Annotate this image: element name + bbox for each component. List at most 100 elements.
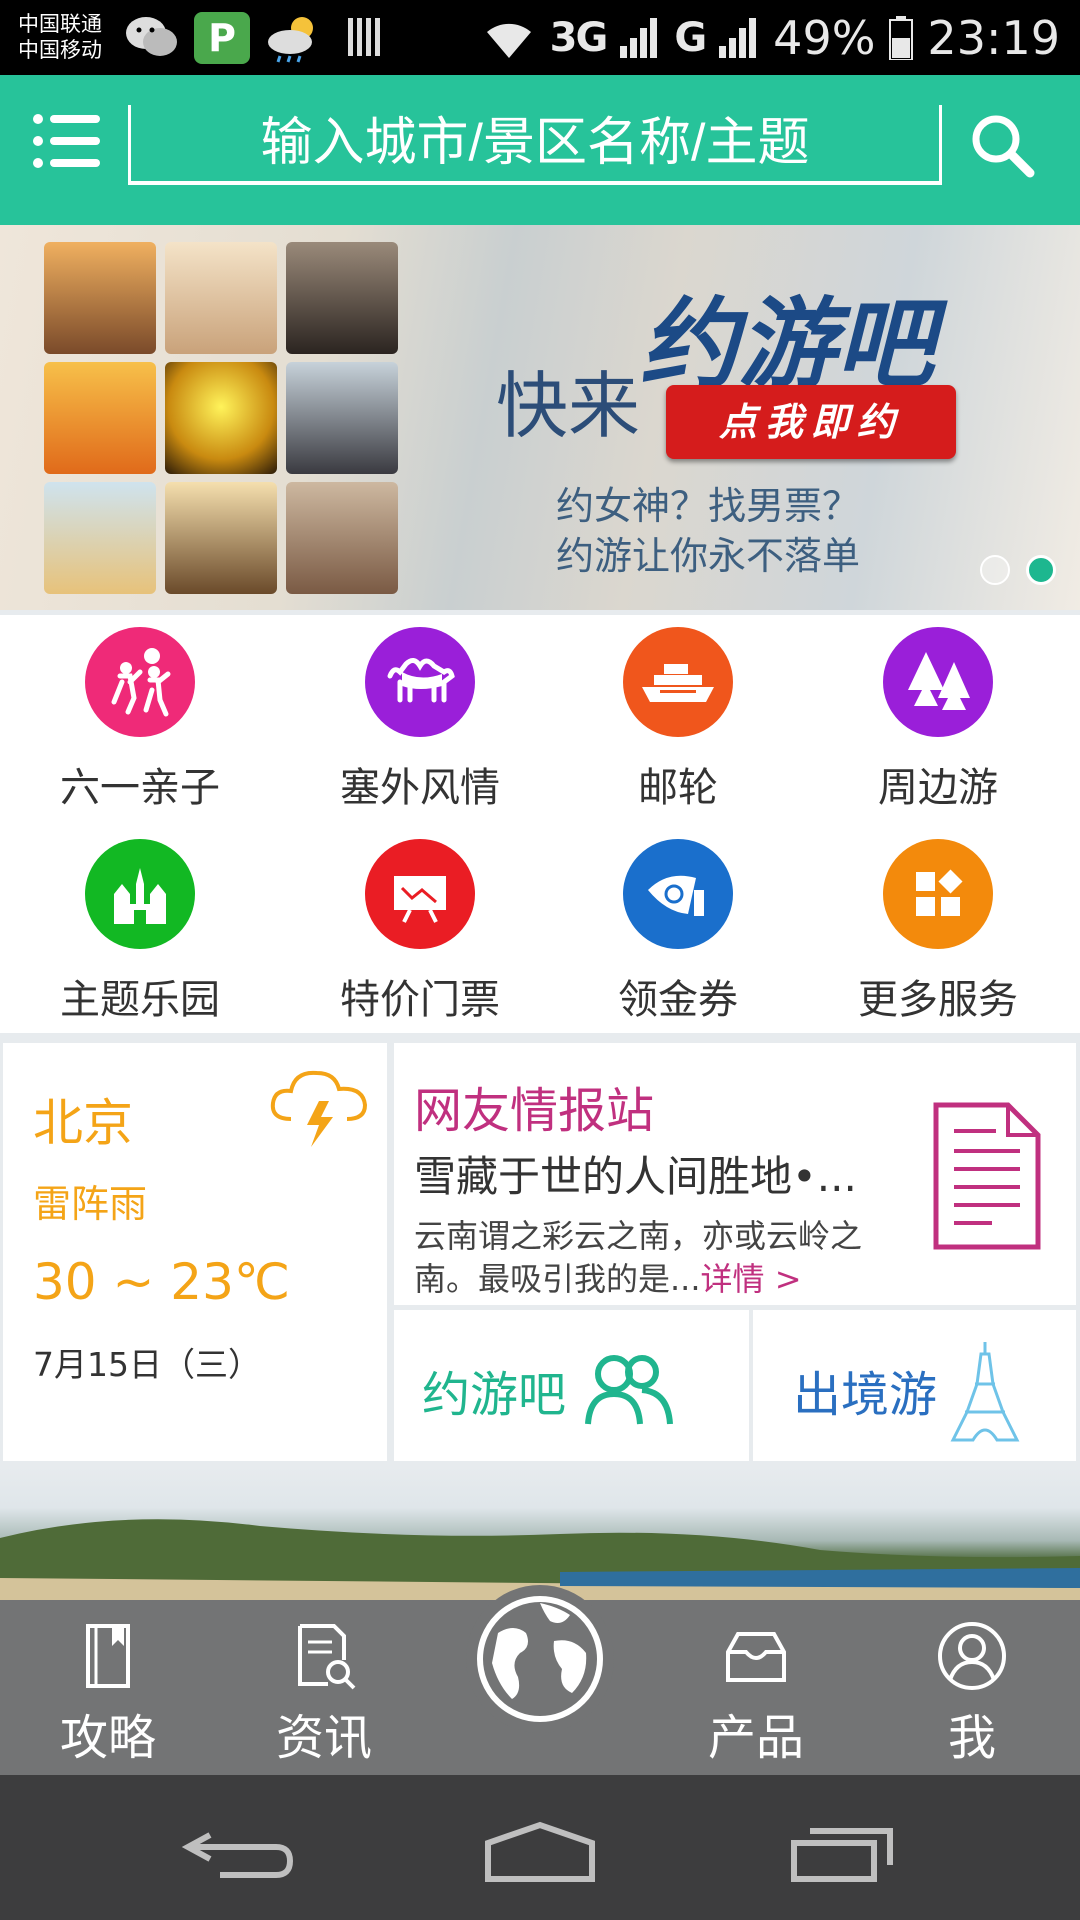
tab-label: 产品	[707, 1710, 804, 1766]
thunderstorm-icon	[267, 1061, 371, 1151]
user-icon	[936, 1620, 1008, 1692]
tab-discover[interactable]	[466, 1585, 614, 1733]
back-icon[interactable]	[180, 1817, 300, 1887]
banner-photo	[44, 242, 156, 354]
intel-more-link[interactable]: 详情 >	[701, 1260, 802, 1298]
carousel-dot[interactable]	[980, 555, 1010, 585]
carrier-1: 中国联通	[18, 12, 102, 36]
signal-1-icon	[620, 17, 658, 58]
cruise-ship-icon	[623, 627, 733, 737]
people-icon	[584, 1350, 674, 1430]
more-grid-icon	[883, 839, 993, 949]
search-icon[interactable]	[968, 111, 1038, 181]
status-bar: 中国联通 中国移动 P 3G G 49% 23:19	[0, 0, 1080, 75]
battery-icon	[889, 15, 914, 60]
abroad-link[interactable]: 出境游	[753, 1310, 1076, 1461]
system-nav-bar	[0, 1775, 1080, 1920]
guide-book-icon	[72, 1620, 144, 1692]
recent-apps-icon[interactable]	[780, 1817, 900, 1887]
banner-line-1: 约女神？找男票？	[556, 484, 861, 528]
trees-icon	[883, 627, 993, 737]
menu-icon[interactable]	[32, 113, 102, 169]
category-label: 更多服务	[858, 977, 1018, 1023]
category-item[interactable]: 更多服务	[803, 827, 1073, 1037]
tab-label: 攻略	[59, 1710, 156, 1766]
category-item[interactable]: 主题乐园	[5, 827, 275, 1037]
banner-photo	[286, 362, 398, 474]
category-item[interactable]: 领金券	[543, 827, 813, 1037]
category-label: 周边游	[878, 765, 998, 811]
wechat-icon	[124, 14, 180, 64]
weather-status-icon	[262, 10, 326, 68]
clock: 23:19	[927, 10, 1060, 65]
banner-photo	[165, 362, 277, 474]
search-input[interactable]	[128, 105, 942, 185]
banner-photo	[286, 242, 398, 354]
network-1: 3G	[549, 14, 609, 61]
weather-temperature: 30 ~ 23℃	[33, 1253, 291, 1311]
castle-icon	[85, 839, 195, 949]
intel-title: 网友情报站	[414, 1083, 655, 1139]
category-item[interactable]: 六一亲子	[5, 615, 275, 825]
document-icon	[932, 1101, 1042, 1251]
globe-icon	[477, 1596, 603, 1722]
tab-label: 我	[947, 1710, 996, 1766]
home-icon[interactable]	[480, 1817, 600, 1887]
carousel-dot-active[interactable]	[1026, 555, 1056, 585]
category-label: 塞外风情	[340, 765, 500, 811]
battery-percent: 49%	[773, 10, 876, 65]
top-app-bar	[0, 75, 1080, 225]
intel-headline: 雪藏于世的人间胜地•...	[414, 1152, 857, 1201]
yueyou-label: 约游吧	[422, 1367, 567, 1423]
banner-photo	[44, 482, 156, 594]
weather-date: 7月15日（三）	[33, 1345, 261, 1384]
banner-cta-button[interactable]: 点我即约	[666, 385, 956, 459]
banner-line-2: 约游让你永不落单	[556, 534, 861, 578]
carrier-labels: 中国联通 中国移动	[18, 11, 102, 63]
category-label: 特价门票	[340, 977, 500, 1023]
category-item[interactable]: 特价门票	[285, 827, 555, 1037]
scenic-banner	[0, 1468, 1080, 1600]
kids-icon	[85, 627, 195, 737]
category-label: 主题乐园	[60, 977, 220, 1023]
camel-icon	[365, 627, 475, 737]
news-search-icon	[288, 1620, 360, 1692]
product-box-icon	[720, 1620, 792, 1692]
category-label: 领金券	[618, 977, 738, 1023]
abroad-label: 出境游	[793, 1367, 938, 1423]
barcode-icon	[346, 14, 386, 64]
category-item[interactable]: 塞外风情	[285, 615, 555, 825]
intel-description: 云南谓之彩云之南，亦或云岭之南。最吸引我的是...详情 >	[414, 1215, 914, 1301]
banner-photo	[165, 242, 277, 354]
scenic-landscape	[0, 1519, 1080, 1600]
weather-condition: 雷阵雨	[33, 1182, 148, 1226]
promo-banner[interactable]: 快来 约游吧 点我即约 约女神？找男票？ 约游让你永不落单	[0, 225, 1080, 610]
coupon-icon	[623, 839, 733, 949]
category-grid: 六一亲子 塞外风情 邮轮 周边游 主题乐园 特价门票 领金券 更多服务	[0, 615, 1080, 1033]
tab-guide[interactable]: 攻略	[0, 1600, 216, 1775]
intel-card[interactable]: 网友情报站 雪藏于世的人间胜地•... 云南谓之彩云之南，亦或云岭之南。最吸引我…	[394, 1043, 1076, 1305]
category-item[interactable]: 周边游	[803, 615, 1073, 825]
signal-2-icon	[719, 17, 757, 58]
weather-city: 北京	[33, 1094, 133, 1152]
yueyou-link[interactable]: 约游吧	[394, 1310, 749, 1461]
tab-news[interactable]: 资讯	[216, 1600, 432, 1775]
network-2: G	[674, 14, 707, 61]
tab-label: 资讯	[275, 1710, 372, 1766]
status-right: 3G G 49% 23:19	[482, 10, 1060, 65]
banner-headline-small: 快来	[496, 364, 641, 448]
banner-photo	[44, 362, 156, 474]
weather-card[interactable]: 北京 雷阵雨 30 ~ 23℃ 7月15日（三）	[3, 1043, 387, 1461]
ticket-board-icon	[365, 839, 475, 949]
banner-photo	[286, 482, 398, 594]
tab-me[interactable]: 我	[864, 1600, 1080, 1775]
eiffel-tower-icon	[945, 1340, 1025, 1445]
wifi-icon	[486, 23, 531, 58]
carrier-2: 中国移动	[18, 38, 102, 62]
app-p-icon: P	[194, 12, 250, 64]
banner-photo	[165, 482, 277, 594]
tab-products[interactable]: 产品	[648, 1600, 864, 1775]
category-item[interactable]: 邮轮	[543, 615, 813, 825]
category-label: 六一亲子	[60, 765, 220, 811]
category-label: 邮轮	[638, 765, 718, 811]
